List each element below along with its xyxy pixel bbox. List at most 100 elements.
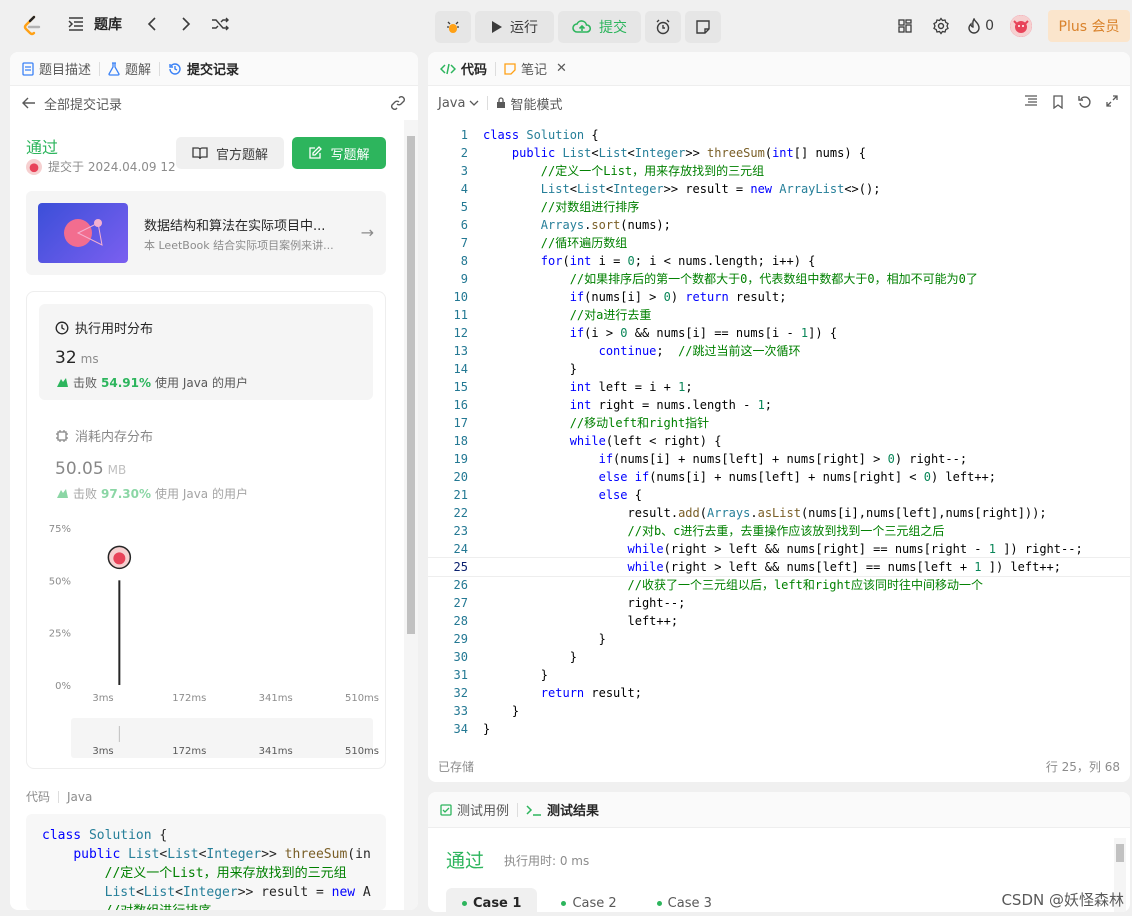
runtime-box[interactable]: 执行用时分布 32 ms 击败 54.91% 使用 Java 的用户: [39, 304, 373, 400]
runtime-distribution-chart[interactable]: 75% 50% 25% 0% 3ms 172ms 341ms 510ms 3ms 172ms 341…: [27, 510, 385, 760]
write-solution-button[interactable]: 写题解: [292, 137, 386, 169]
code-line[interactable]: 33 }: [428, 702, 1130, 720]
user-avatar[interactable]: [1010, 15, 1032, 37]
code-line[interactable]: 4 List<List<Integer>> result = new Array…: [428, 180, 1130, 198]
lock-icon: [497, 97, 506, 108]
code-line[interactable]: 15 int left = i + 1;: [428, 378, 1130, 396]
tab-notes[interactable]: 笔记 ✕: [504, 59, 567, 78]
leetbook-card[interactable]: 数据结构和算法在实际项目中... 本 LeetBook 结合实际项目案例来讲..…: [26, 191, 386, 275]
left-scrollbar[interactable]: [404, 120, 418, 910]
code-line[interactable]: 32 return result;: [428, 684, 1130, 702]
problem-bank-link[interactable]: 题库: [94, 14, 122, 34]
code-line[interactable]: 25 while(right > left && nums[left] == n…: [428, 557, 1130, 577]
code-line[interactable]: 21 else {: [428, 486, 1130, 504]
plus-member-button[interactable]: Plus 会员: [1048, 10, 1130, 42]
submit-button[interactable]: 提交: [558, 11, 641, 43]
left-scrollbar-thumb[interactable]: [407, 136, 415, 634]
line-text: }: [483, 362, 577, 376]
tab-testresult[interactable]: 测试结果: [526, 800, 599, 819]
code-line[interactable]: 24 while(right > left && nums[right] == …: [428, 540, 1130, 558]
tab-divider: [517, 802, 519, 817]
code-line[interactable]: 27 right--;: [428, 594, 1130, 612]
code-line[interactable]: 17 //移动left和right指针: [428, 414, 1130, 432]
format-icon[interactable]: [1024, 95, 1038, 107]
case-tab-2[interactable]: Case 2: [545, 888, 632, 912]
line-number: 22: [453, 506, 468, 520]
code-line[interactable]: 2 public List<List<Integer>> threeSum(in…: [428, 144, 1130, 162]
link-icon[interactable]: [390, 95, 406, 111]
code-line[interactable]: 26 //收获了一个三元组以后，left和right应该同时往中间移动一个: [428, 576, 1130, 594]
code-line[interactable]: 11 //对a进行去重: [428, 306, 1130, 324]
line-text: while(right > left && nums[left] == nums…: [627, 560, 1062, 574]
case-tab-3[interactable]: Case 3: [641, 888, 728, 912]
official-solution-button[interactable]: 官方题解: [176, 137, 284, 169]
code-line[interactable]: 9 //如果排序后的第一个数都大于0，代表数组中数都大于0，相加不可能为0了: [428, 270, 1130, 288]
code-line[interactable]: 1 class Solution {: [428, 126, 1130, 144]
code-preview-line: public List<List<Integer>> threeSum(in: [73, 847, 371, 862]
code-line[interactable]: 31 }: [428, 666, 1130, 684]
back-label: 全部提交记录: [44, 97, 123, 113]
code-line[interactable]: 10 if(nums[i] > 0) return result;: [428, 288, 1130, 306]
line-text: }: [483, 632, 606, 646]
code-line[interactable]: 29 }: [428, 630, 1130, 648]
y-tick-label: 50%: [49, 576, 71, 587]
code-line[interactable]: 34}: [428, 720, 1130, 738]
tab-testcases[interactable]: 测试用例: [440, 800, 509, 819]
gear-icon[interactable]: [931, 16, 951, 36]
code-line[interactable]: 19 if(nums[i] + nums[left] + nums[right]…: [428, 450, 1130, 468]
code-line[interactable]: 22 result.add(Arrays.asList(nums[i],nums…: [428, 504, 1130, 522]
code-line[interactable]: 7 //循环遍历数组: [428, 234, 1130, 252]
streak-counter[interactable]: 0: [967, 18, 994, 34]
x-tick-label: 3ms: [92, 693, 113, 704]
note-button[interactable]: [685, 11, 721, 43]
chevron-left-icon[interactable]: [142, 14, 162, 34]
code-line[interactable]: 5 //对数组进行排序: [428, 198, 1130, 216]
timer-button[interactable]: [645, 11, 681, 43]
code-line[interactable]: 16 int right = nums.length - 1;: [428, 396, 1130, 414]
code-line[interactable]: 6 Arrays.sort(nums);: [428, 216, 1130, 234]
tab-description-label: 题目描述: [39, 63, 92, 78]
code-line[interactable]: 13 continue; //跳过当前这一次循环: [428, 342, 1130, 360]
case-label: Case 1: [473, 895, 522, 911]
list-indent-icon[interactable]: [66, 14, 86, 34]
tab-description[interactable]: 题目描述: [22, 59, 91, 78]
submit-label: 提交: [599, 20, 627, 36]
tab-code[interactable]: 代码: [440, 59, 487, 78]
code-line[interactable]: 30 }: [428, 648, 1130, 666]
code-line[interactable]: 12 if(i > 0 && nums[i] == nums[i - 1]) {: [428, 324, 1130, 342]
code-line[interactable]: 20 else if(nums[i] + nums[left] + nums[r…: [428, 468, 1130, 486]
code-line[interactable]: 3 //定义一个List，用来存放找到的三元组: [428, 162, 1130, 180]
code-line[interactable]: 14 }: [428, 360, 1130, 378]
reset-icon[interactable]: [1078, 95, 1092, 109]
arrow-left-icon: [22, 97, 35, 109]
tab-solutions[interactable]: 题解: [108, 59, 151, 78]
line-text: //移动left和right指针: [569, 416, 710, 430]
back-to-submissions[interactable]: 全部提交记录: [10, 86, 418, 120]
bookmark-icon[interactable]: [1052, 95, 1064, 109]
chevron-right-icon[interactable]: [176, 14, 196, 34]
bottom-scrollbar-thumb[interactable]: [1116, 844, 1124, 862]
run-button[interactable]: 运行: [475, 11, 554, 43]
case-tab-1[interactable]: Case 1: [446, 888, 538, 912]
layout-grid-icon[interactable]: [895, 16, 915, 36]
code-editor[interactable]: 1 class Solution {2 public List<List<Inte…: [428, 126, 1130, 746]
editor-tabs: 代码 笔记 ✕: [428, 52, 1130, 86]
code-line[interactable]: 28 left++;: [428, 612, 1130, 630]
debug-button[interactable]: [435, 11, 471, 43]
close-icon[interactable]: ✕: [556, 61, 567, 76]
shuffle-icon[interactable]: [210, 14, 230, 34]
play-icon: [492, 21, 502, 33]
mode-select[interactable]: 智能模式: [496, 94, 562, 113]
expand-icon[interactable]: [1106, 95, 1118, 107]
code-preview[interactable]: class Solution { public List<List<Intege…: [26, 814, 386, 910]
fire-count: 0: [985, 18, 994, 34]
leetcode-logo[interactable]: [20, 14, 44, 38]
code-preview-line: //对数组进行排序: [42, 902, 370, 910]
code-line[interactable]: 18 while(left < right) {: [428, 432, 1130, 450]
memory-box[interactable]: 消耗内存分布 50.05 MB 击败 97.30% 使用 Java 的用户: [55, 426, 248, 502]
language-select[interactable]: Java: [438, 96, 479, 111]
code-line[interactable]: 8 for(int i = 0; i < nums.length; i++) {: [428, 252, 1130, 270]
book-open-icon: [192, 147, 208, 160]
tab-submissions[interactable]: 提交记录: [168, 59, 239, 78]
code-line[interactable]: 23 //对b、c进行去重，去重操作应该放到找到一个三元组之后: [428, 522, 1130, 540]
